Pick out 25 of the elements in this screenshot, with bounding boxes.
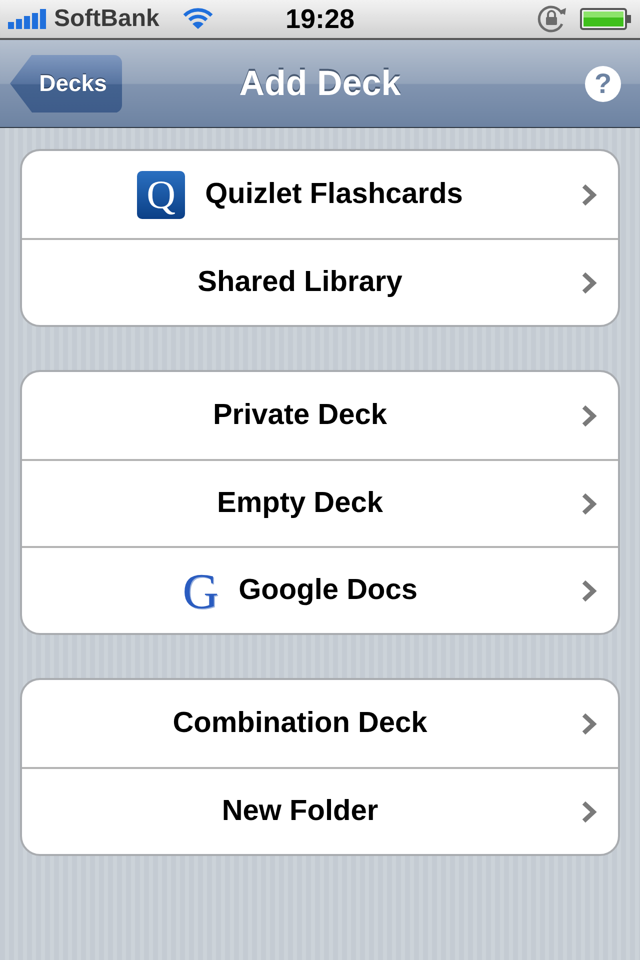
chevron-icon xyxy=(582,712,598,734)
clock-time: 19:28 xyxy=(285,6,355,32)
menu-row[interactable]: Shared Library xyxy=(22,238,618,325)
menu-row[interactable]: Q Quizlet Flashcards xyxy=(22,151,618,238)
chevron-icon xyxy=(582,184,598,206)
battery-icon xyxy=(580,8,632,30)
carrier-name: SoftBank xyxy=(54,7,160,31)
back-button[interactable]: Decks xyxy=(10,54,122,112)
chevron-icon xyxy=(582,272,598,294)
q-logo: Q xyxy=(137,170,186,218)
orientation-lock-icon xyxy=(536,4,568,34)
menu-row[interactable]: Private Deck xyxy=(22,372,618,459)
screen-title: Add Deck xyxy=(239,66,401,101)
menu-row[interactable]: Combination Deck xyxy=(22,680,618,767)
menu-row[interactable]: New Folder xyxy=(22,767,618,854)
wifi-icon xyxy=(183,8,214,30)
menu-row[interactable]: G Google Docs xyxy=(22,546,618,633)
chevron-icon xyxy=(582,492,598,514)
chevron-icon xyxy=(582,580,598,602)
g-logo: G xyxy=(182,566,219,616)
signal-icon xyxy=(8,9,46,29)
menu-row[interactable]: Empty Deck xyxy=(22,459,618,546)
chevron-icon xyxy=(582,800,598,822)
help-button[interactable]: ? xyxy=(585,66,621,102)
chevron-icon xyxy=(582,404,598,426)
